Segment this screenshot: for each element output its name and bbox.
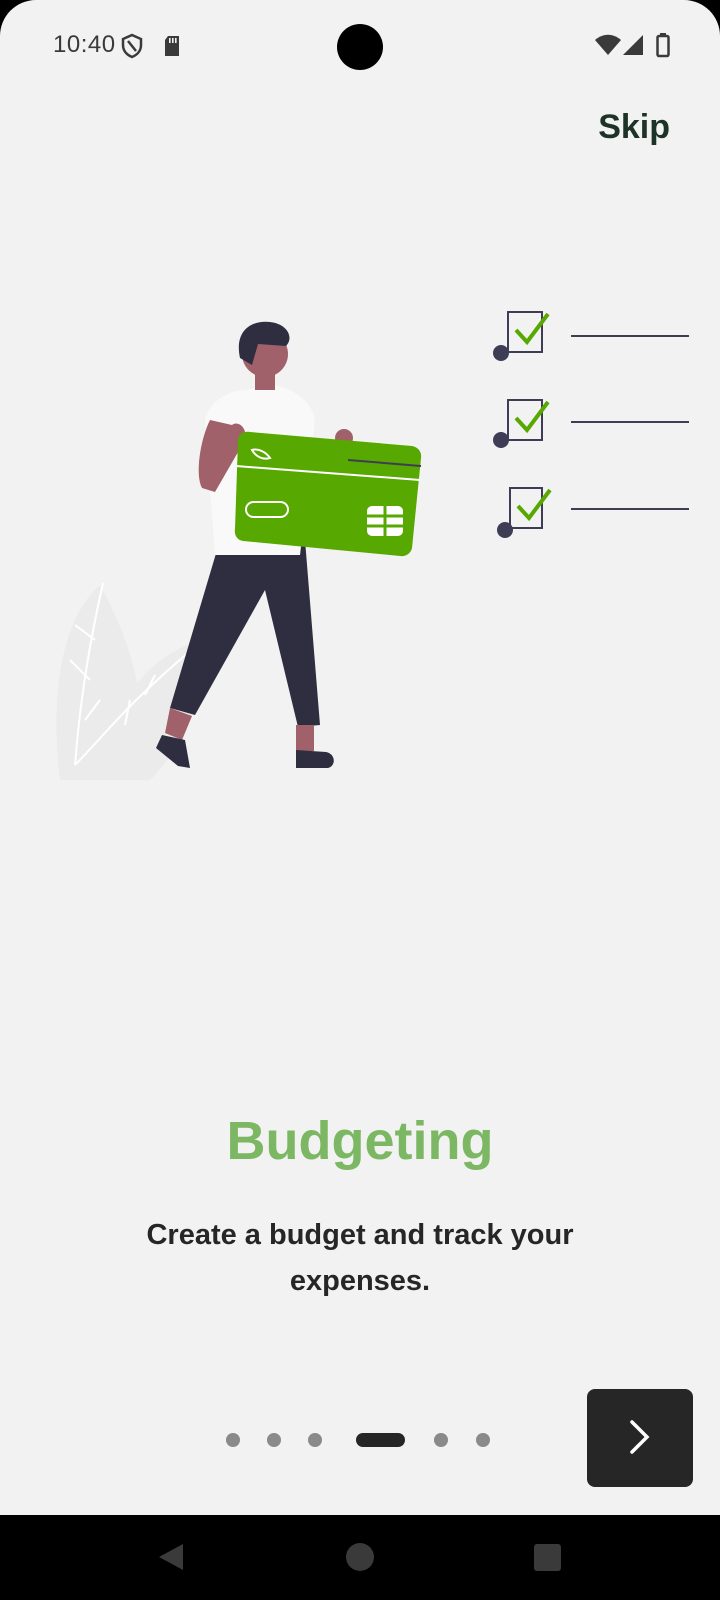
- status-time: 10:40: [53, 31, 116, 58]
- camera-cutout: [337, 24, 383, 70]
- checklist-graphic: [493, 311, 689, 538]
- page-dot-4-active[interactable]: [356, 1433, 405, 1447]
- signal-icon: [622, 34, 644, 61]
- page-dot-5[interactable]: [434, 1433, 448, 1447]
- wifi-icon: [594, 34, 622, 61]
- credit-card-graphic: [234, 431, 422, 557]
- home-icon[interactable]: [345, 1542, 375, 1577]
- status-bar: 10:40: [0, 0, 720, 92]
- onboarding-title: Budgeting: [226, 1111, 494, 1171]
- back-icon[interactable]: [157, 1542, 185, 1577]
- recents-icon[interactable]: [534, 1544, 561, 1576]
- onboarding-description: Create a budget and track your expenses.: [146, 1219, 574, 1297]
- page-dot-6[interactable]: [476, 1433, 490, 1447]
- onboarding-screen: 10:40 Skip Budgeting Create a budget and…: [0, 0, 720, 1515]
- person-figure: [156, 321, 422, 768]
- next-button[interactable]: [587, 1389, 693, 1487]
- sd-card-icon: [163, 35, 181, 62]
- battery-icon: [656, 32, 670, 63]
- person-holding-credit-card-illustration: [0, 280, 720, 800]
- skip-button[interactable]: Skip: [598, 108, 670, 147]
- chevron-right-icon: [628, 1418, 652, 1459]
- page-dot-3[interactable]: [308, 1433, 322, 1447]
- system-navigation-bar: [0, 1515, 720, 1600]
- shield-icon: [121, 33, 143, 64]
- page-dot-2[interactable]: [267, 1433, 281, 1447]
- page-dot-1[interactable]: [226, 1433, 240, 1447]
